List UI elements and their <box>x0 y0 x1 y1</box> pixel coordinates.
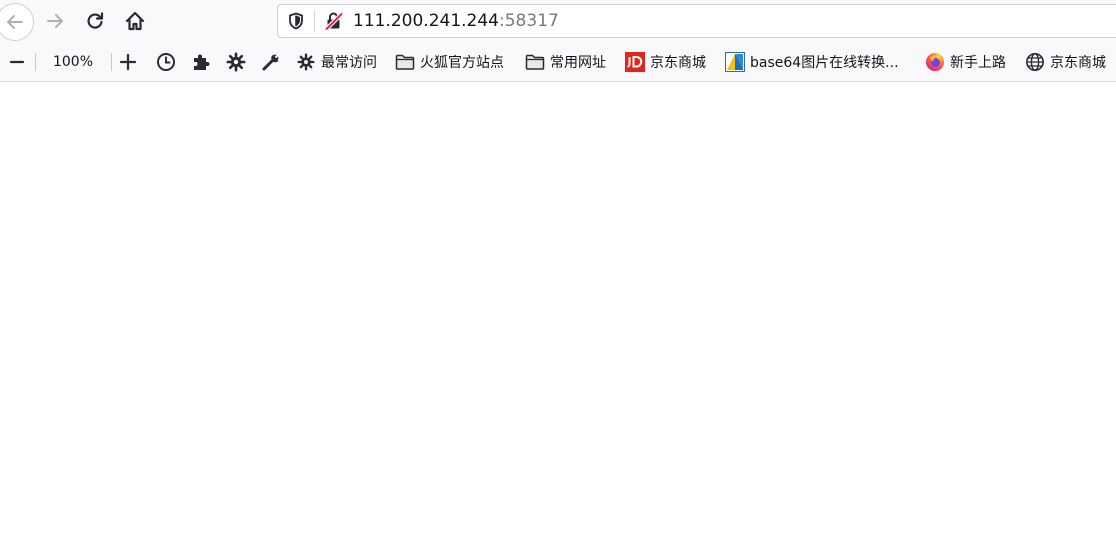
bookmarks-toolbar: 100% 最常访问 火狐官方站点 常用网址 京东商城 base64图片在线转换.… <box>0 43 1116 81</box>
reload-button[interactable] <box>77 3 113 39</box>
clock-icon <box>157 53 175 71</box>
bookmark-label: 京东商城 <box>650 55 706 71</box>
jd-logo-icon <box>625 52 645 72</box>
history-button[interactable] <box>153 47 179 77</box>
bookmark-label: 京东商城 <box>1050 55 1106 71</box>
tracking-protection-button[interactable] <box>278 5 314 37</box>
back-button[interactable] <box>0 3 34 41</box>
settings-button[interactable] <box>223 47 249 77</box>
bookmark-label: base64图片在线转换... <box>750 55 899 71</box>
minus-icon <box>9 60 25 64</box>
zoom-in-button[interactable] <box>115 47 141 77</box>
browser-chrome: 111.200.241.244:58317 100% 最常访问 火狐官方站点 常… <box>0 0 1116 82</box>
bookmark-folder-firefox-sites[interactable]: 火狐官方站点 <box>395 47 504 77</box>
puzzle-piece-icon <box>194 54 210 70</box>
home-icon <box>125 11 145 31</box>
bookmark-jd-mall-2[interactable]: 京东商城 <box>1025 47 1106 77</box>
zoom-out-button[interactable] <box>5 47 29 77</box>
url-text[interactable]: 111.200.241.244:58317 <box>353 11 559 31</box>
url-port: :58317 <box>499 11 559 31</box>
gear-icon <box>226 52 246 72</box>
insecure-lock-icon <box>324 11 344 31</box>
address-bar[interactable]: 111.200.241.244:58317 <box>277 4 1116 38</box>
gear-icon <box>296 52 316 72</box>
bookmark-label: 常用网址 <box>550 55 606 71</box>
bookmark-label: 新手上路 <box>950 55 1006 71</box>
forward-button[interactable] <box>37 3 73 39</box>
url-host: 111.200.241.244 <box>353 11 500 31</box>
bookmark-jd-mall[interactable]: 京东商城 <box>625 47 706 77</box>
arrow-right-icon <box>47 14 63 28</box>
plus-icon <box>119 53 137 71</box>
firefox-icon <box>925 52 945 72</box>
shield-icon <box>289 12 303 30</box>
zoom-reset-button[interactable]: 100% <box>40 47 106 77</box>
reload-icon <box>87 12 104 29</box>
bookmark-getting-started[interactable]: 新手上路 <box>925 47 1006 77</box>
arrow-left-icon <box>7 15 23 29</box>
site-security-button[interactable] <box>315 5 353 37</box>
bookmark-base64-converter[interactable]: base64图片在线转换... <box>725 47 899 77</box>
wrench-icon <box>262 52 281 71</box>
page-content <box>0 82 1116 551</box>
bookmark-label: 火狐官方站点 <box>420 55 504 71</box>
globe-icon <box>1025 52 1045 72</box>
home-button[interactable] <box>117 3 153 39</box>
tools-button[interactable] <box>258 47 284 77</box>
toolbar-separator <box>111 53 112 71</box>
extensions-button[interactable] <box>188 47 214 77</box>
folder-icon <box>525 52 545 72</box>
image-converter-icon <box>725 52 745 72</box>
folder-icon <box>395 52 415 72</box>
navigation-toolbar: 111.200.241.244:58317 <box>0 0 1116 43</box>
bookmark-folder-common-sites[interactable]: 常用网址 <box>525 47 606 77</box>
toolbar-separator <box>35 53 36 71</box>
bookmark-label: 最常访问 <box>321 55 377 71</box>
bookmark-most-visited[interactable]: 最常访问 <box>296 47 377 77</box>
